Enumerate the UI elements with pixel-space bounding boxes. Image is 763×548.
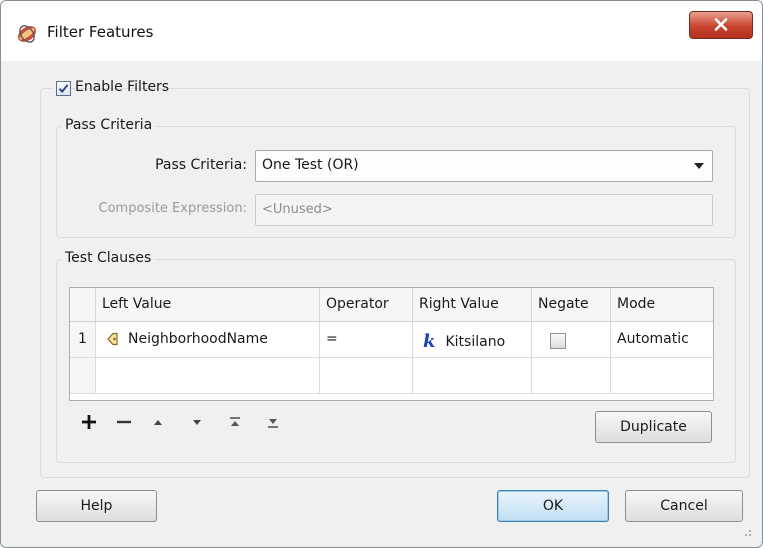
empty-operator-cell[interactable] bbox=[320, 358, 413, 394]
pass-criteria-selected: One Test (OR) bbox=[262, 157, 359, 173]
negate-checkbox[interactable] bbox=[550, 333, 566, 349]
pass-criteria-dropdown[interactable]: One Test (OR) bbox=[255, 150, 713, 182]
empty-left-value-cell[interactable] bbox=[96, 358, 320, 394]
dialog-body: Enable Filters Pass Criteria Pass Criter… bbox=[7, 61, 756, 541]
resize-grip-icon[interactable] bbox=[742, 527, 752, 537]
negate-cell bbox=[532, 322, 611, 358]
empty-right-value-cell[interactable] bbox=[413, 358, 532, 394]
pass-criteria-group-label: Pass Criteria bbox=[62, 117, 156, 133]
enable-filters-toggle[interactable]: Enable Filters bbox=[53, 79, 169, 99]
column-header-mode[interactable]: Mode bbox=[611, 288, 713, 322]
operator-cell[interactable]: = bbox=[320, 322, 413, 358]
column-header-right-value[interactable]: Right Value bbox=[413, 288, 532, 322]
mode-cell[interactable]: Automatic bbox=[611, 322, 713, 358]
attribute-tag-icon bbox=[107, 332, 118, 346]
dropdown-arrow-icon bbox=[694, 163, 704, 169]
column-header-left-value[interactable]: Left Value bbox=[96, 288, 320, 322]
filter-features-icon bbox=[17, 25, 37, 43]
composite-expression-field: <Unused> bbox=[255, 194, 713, 226]
composite-expression-label: Composite Expression: bbox=[98, 201, 247, 216]
pass-criteria-label: Pass Criteria: bbox=[155, 157, 247, 173]
move-down-icon[interactable] bbox=[186, 411, 208, 433]
move-up-icon[interactable] bbox=[147, 411, 169, 433]
move-to-bottom-icon[interactable] bbox=[262, 411, 284, 433]
column-header-negate[interactable]: Negate bbox=[532, 288, 611, 322]
test-clauses-group-label: Test Clauses bbox=[62, 250, 155, 266]
checkmark-icon bbox=[58, 84, 69, 93]
ok-button[interactable]: OK bbox=[497, 490, 609, 522]
row-number: 1 bbox=[70, 322, 96, 358]
composite-expression-value: <Unused> bbox=[262, 202, 333, 217]
constant-k-icon: k bbox=[423, 331, 436, 352]
enable-filters-label: Enable Filters bbox=[75, 79, 170, 95]
left-value-text: NeighborhoodName bbox=[128, 331, 268, 347]
duplicate-button[interactable]: Duplicate bbox=[595, 411, 712, 443]
enable-filters-checkbox[interactable] bbox=[56, 81, 71, 96]
left-value-cell[interactable]: NeighborhoodName bbox=[96, 322, 320, 358]
empty-row-number bbox=[70, 358, 96, 394]
window-title: Filter Features bbox=[47, 23, 154, 41]
close-button[interactable] bbox=[689, 11, 753, 39]
filter-features-dialog: Filter Features Enable Filters Pass Crit… bbox=[0, 0, 763, 548]
row-number-header bbox=[70, 288, 96, 322]
cancel-button[interactable]: Cancel bbox=[625, 490, 743, 522]
close-icon bbox=[714, 18, 728, 31]
move-to-top-icon[interactable] bbox=[224, 411, 246, 433]
empty-mode-cell[interactable] bbox=[611, 358, 713, 394]
remove-row-icon[interactable] bbox=[113, 411, 135, 433]
help-button[interactable]: Help bbox=[36, 490, 157, 522]
test-clauses-table[interactable]: Left Value Operator Right Value Negate M… bbox=[69, 287, 714, 401]
right-value-text: Kitsilano bbox=[445, 334, 506, 350]
add-row-icon[interactable] bbox=[78, 411, 100, 433]
empty-negate-cell[interactable] bbox=[532, 358, 611, 394]
right-value-cell[interactable]: k Kitsilano bbox=[413, 322, 532, 358]
column-header-operator[interactable]: Operator bbox=[320, 288, 413, 322]
title-bar: Filter Features bbox=[1, 1, 762, 61]
